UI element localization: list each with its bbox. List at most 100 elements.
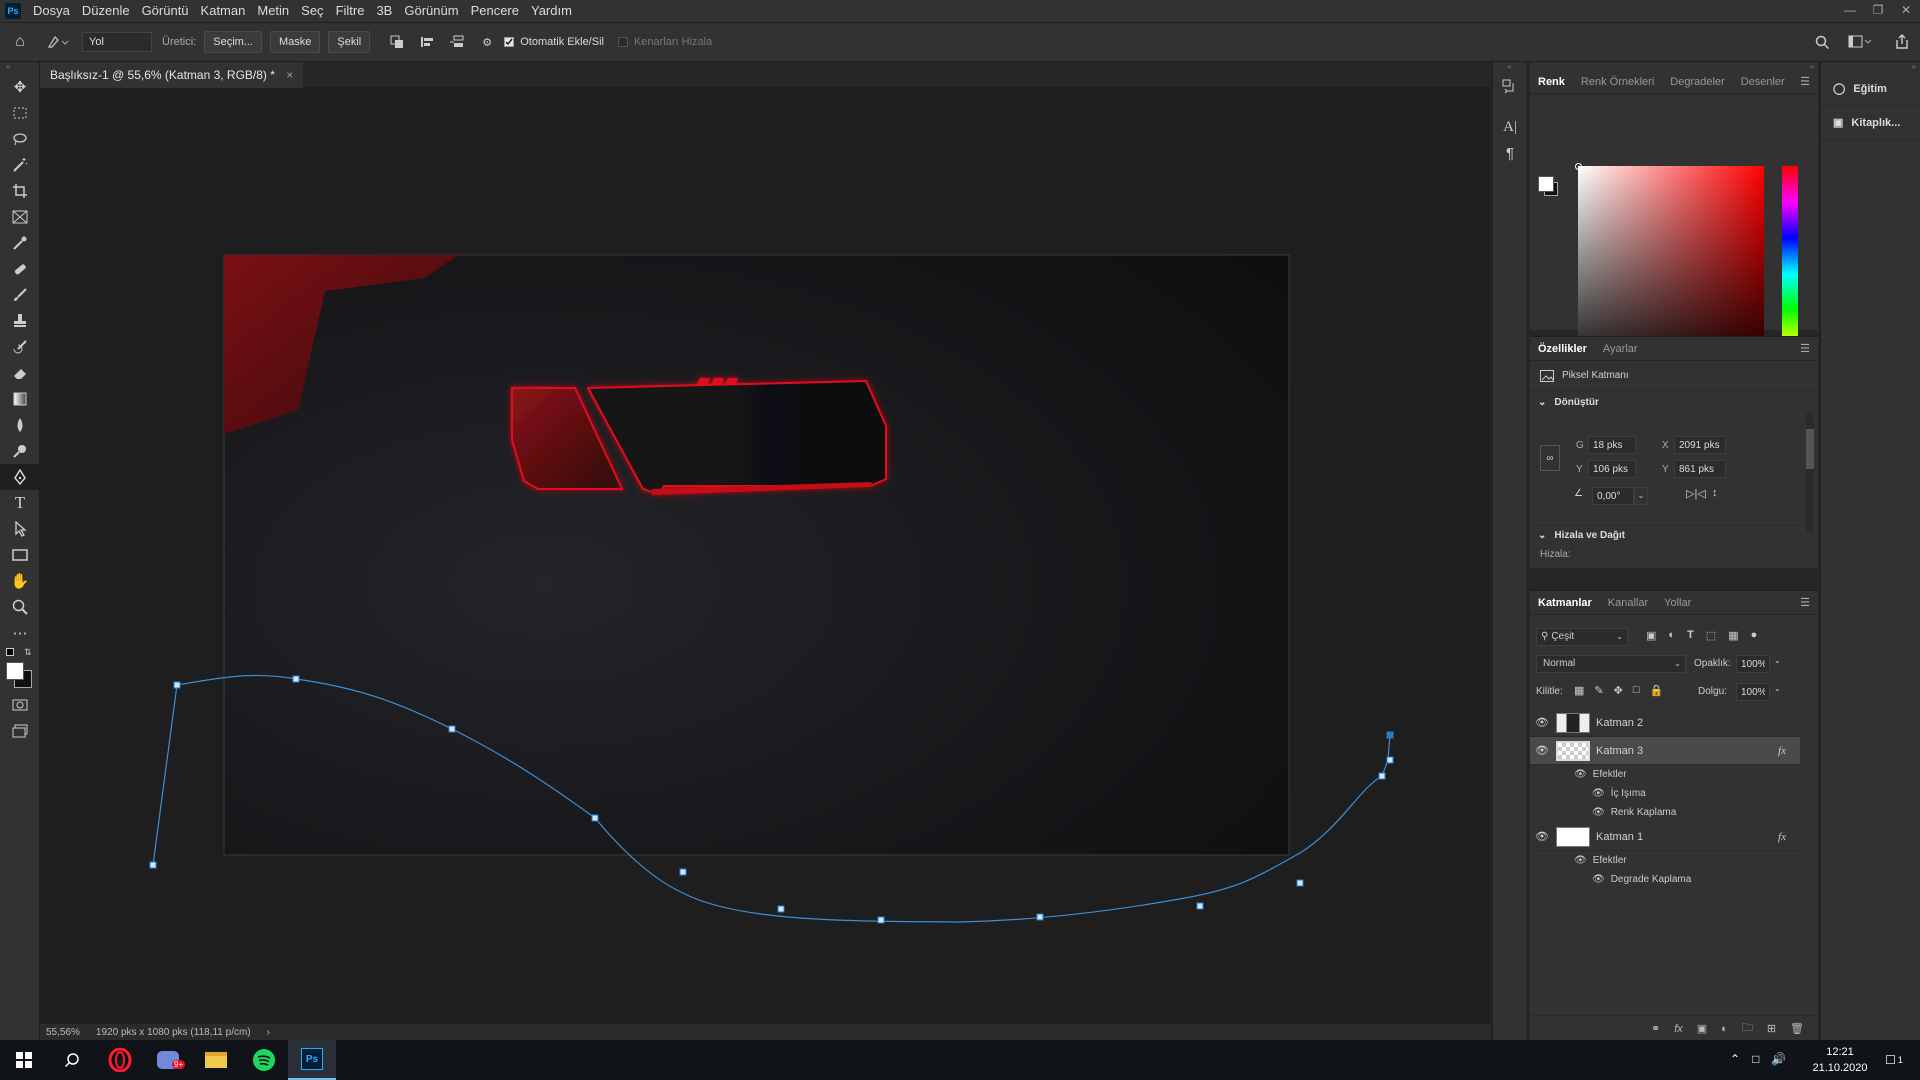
blur-tool-icon[interactable] (0, 412, 40, 438)
collapse-strip-icon[interactable]: « (1493, 62, 1526, 72)
collapse-learn-icon[interactable]: » (1821, 62, 1920, 72)
path-arrangement-icon[interactable] (442, 35, 472, 49)
document-tab[interactable]: Başlıksız-1 @ 55,6% (Katman 3, RGB/8) * … (40, 62, 304, 88)
brush-tool-icon[interactable] (0, 282, 40, 308)
photoshop-app-icon[interactable]: Ps (5, 3, 21, 19)
opacity-field[interactable] (1736, 655, 1770, 673)
filter-toggle-icon[interactable]: ● (1751, 629, 1758, 642)
lock-all-icon[interactable]: 🔒 (1650, 684, 1664, 697)
eyedropper-tool-icon[interactable] (0, 230, 40, 256)
effect-inner-glow-row[interactable]: 👁 İç Işıma (1592, 784, 1646, 803)
workspace-icon[interactable] (1848, 35, 1872, 49)
tab-properties[interactable]: Özellikler (1530, 337, 1595, 361)
menu-3d[interactable]: 3B (370, 0, 398, 22)
search-icon[interactable] (48, 1040, 96, 1080)
marquee-tool-icon[interactable] (0, 100, 40, 126)
clock[interactable]: 12:21 21.10.2020 (1812, 1044, 1868, 1076)
layer-row-katman-2[interactable]: 👁 Katman 2 (1530, 709, 1800, 737)
discord-icon[interactable]: 9+ (144, 1040, 192, 1080)
character-panel-icon[interactable]: A| (1493, 112, 1527, 142)
visibility-eye-icon[interactable]: 👁 (1592, 874, 1605, 885)
menu-type[interactable]: Metin (251, 0, 295, 22)
add-mask-icon[interactable]: ▣ (1697, 1022, 1707, 1035)
effect-gradient-overlay-row[interactable]: 👁 Degrade Kaplama (1592, 870, 1691, 889)
make-shape-button[interactable]: Şekil (328, 31, 371, 53)
foreground-color-swatch[interactable] (6, 662, 24, 680)
panel-menu-icon[interactable]: ☰ (1800, 75, 1810, 88)
x-position-field[interactable] (1674, 436, 1726, 454)
canvas-workspace[interactable] (40, 88, 1490, 1024)
visibility-eye-icon[interactable]: 👁 (1592, 807, 1605, 818)
layer-row-katman-3[interactable]: 👁 Katman 3 fx (1530, 737, 1800, 765)
collapse-toolbar-icon[interactable]: » (0, 62, 39, 74)
path-operations-icon[interactable] (382, 35, 412, 49)
pen-tool-icon[interactable] (0, 464, 40, 490)
move-tool-icon[interactable]: ✥ (0, 74, 40, 100)
type-tool-icon[interactable]: T (0, 490, 40, 516)
angle-field[interactable] (1592, 487, 1634, 505)
quick-mask-icon[interactable] (0, 692, 40, 718)
restore-icon[interactable]: ❐ (1864, 0, 1892, 22)
effects-row[interactable]: 👁 Efektler (1574, 851, 1627, 870)
link-layers-icon[interactable]: ⚭ (1651, 1022, 1660, 1035)
healing-brush-icon[interactable] (0, 256, 40, 282)
magic-wand-icon[interactable] (0, 152, 40, 178)
height-field[interactable] (1588, 460, 1636, 478)
clone-stamp-icon[interactable] (0, 308, 40, 334)
hand-tool-icon[interactable]: ✋ (0, 568, 40, 594)
layer-effects-icon[interactable]: fx (1778, 745, 1786, 757)
path-selection-icon[interactable] (0, 516, 40, 542)
swap-colors-icon[interactable]: ⇅ (24, 647, 32, 658)
search-icon[interactable] (1815, 35, 1829, 49)
menu-filter[interactable]: Filtre (330, 0, 371, 22)
frame-tool-icon[interactable] (0, 204, 40, 230)
align-distribute-header[interactable]: ⌄ Hizala ve Dağıt (1530, 525, 1800, 545)
chevron-up-icon[interactable]: ⌃ (1730, 1052, 1740, 1066)
filter-shape-icon[interactable]: ⬚ (1706, 629, 1716, 642)
tab-layers[interactable]: Katmanlar (1530, 591, 1600, 615)
filter-adjustment-icon[interactable]: ◐ (1668, 629, 1675, 642)
learn-button[interactable]: ◯ Eğitim (1821, 72, 1920, 106)
opacity-dropdown-icon[interactable]: ⌄ (1774, 656, 1781, 665)
tab-channels[interactable]: Kanallar (1600, 591, 1656, 615)
lasso-tool-icon[interactable] (0, 126, 40, 152)
tab-paths[interactable]: Yollar (1656, 591, 1699, 615)
layer-filter-select[interactable]: ⚲ Çeşit ⌄ (1536, 628, 1628, 646)
effects-row[interactable]: 👁 Efektler (1574, 765, 1627, 784)
effect-color-overlay-row[interactable]: 👁 Renk Kaplama (1592, 803, 1676, 822)
properties-scrollbar[interactable] (1806, 413, 1814, 533)
pen-tool-preset-icon[interactable] (40, 35, 76, 49)
visibility-eye-icon[interactable]: 👁 (1530, 830, 1554, 843)
visibility-eye-icon[interactable]: 👁 (1530, 716, 1554, 729)
tab-adjustments[interactable]: Ayarlar (1595, 337, 1646, 361)
filter-smart-object-icon[interactable]: ▦ (1728, 629, 1738, 642)
menu-layer[interactable]: Katman (195, 0, 252, 22)
lock-position-icon[interactable]: ✥ (1614, 684, 1623, 697)
tab-patterns[interactable]: Desenler (1733, 70, 1793, 94)
libraries-button[interactable]: ▣ Kitaplık... (1821, 106, 1920, 140)
add-layer-style-icon[interactable]: fx (1674, 1023, 1683, 1035)
make-mask-button[interactable]: Maske (269, 31, 321, 53)
close-tab-icon[interactable]: × (286, 68, 293, 82)
default-colors-icon[interactable] (6, 648, 14, 656)
zoom-level[interactable]: 55,56% (46, 1027, 80, 1038)
blend-mode-select[interactable]: Normal ⌄ (1536, 655, 1686, 673)
layer-name[interactable]: Katman 1 (1596, 831, 1643, 843)
layers-menu-icon[interactable]: ☰ (1800, 596, 1810, 609)
network-icon[interactable]: □ (1752, 1052, 1759, 1066)
new-group-icon[interactable]: 🗀 (1742, 1019, 1753, 1038)
path-alignment-icon[interactable] (412, 35, 442, 49)
tab-swatches[interactable]: Renk Örnekleri (1573, 70, 1662, 94)
mode-select[interactable]: Yol (82, 32, 152, 52)
layer-effects-icon[interactable]: fx (1778, 831, 1786, 843)
transform-section-header[interactable]: ⌄ Dönüştür (1530, 391, 1818, 413)
lock-transparent-icon[interactable]: ▦ (1574, 684, 1584, 697)
layer-name[interactable]: Katman 2 (1596, 717, 1643, 729)
minimize-icon[interactable]: — (1836, 0, 1864, 22)
layer-row-katman-1[interactable]: 👁 Katman 1 fx (1530, 823, 1800, 851)
gradient-tool-icon[interactable] (0, 386, 40, 412)
screen-mode-icon[interactable] (0, 718, 40, 744)
filter-type-icon[interactable]: T (1687, 629, 1694, 642)
visibility-eye-icon[interactable]: 👁 (1592, 788, 1605, 799)
windows-start-icon[interactable] (0, 1040, 48, 1080)
